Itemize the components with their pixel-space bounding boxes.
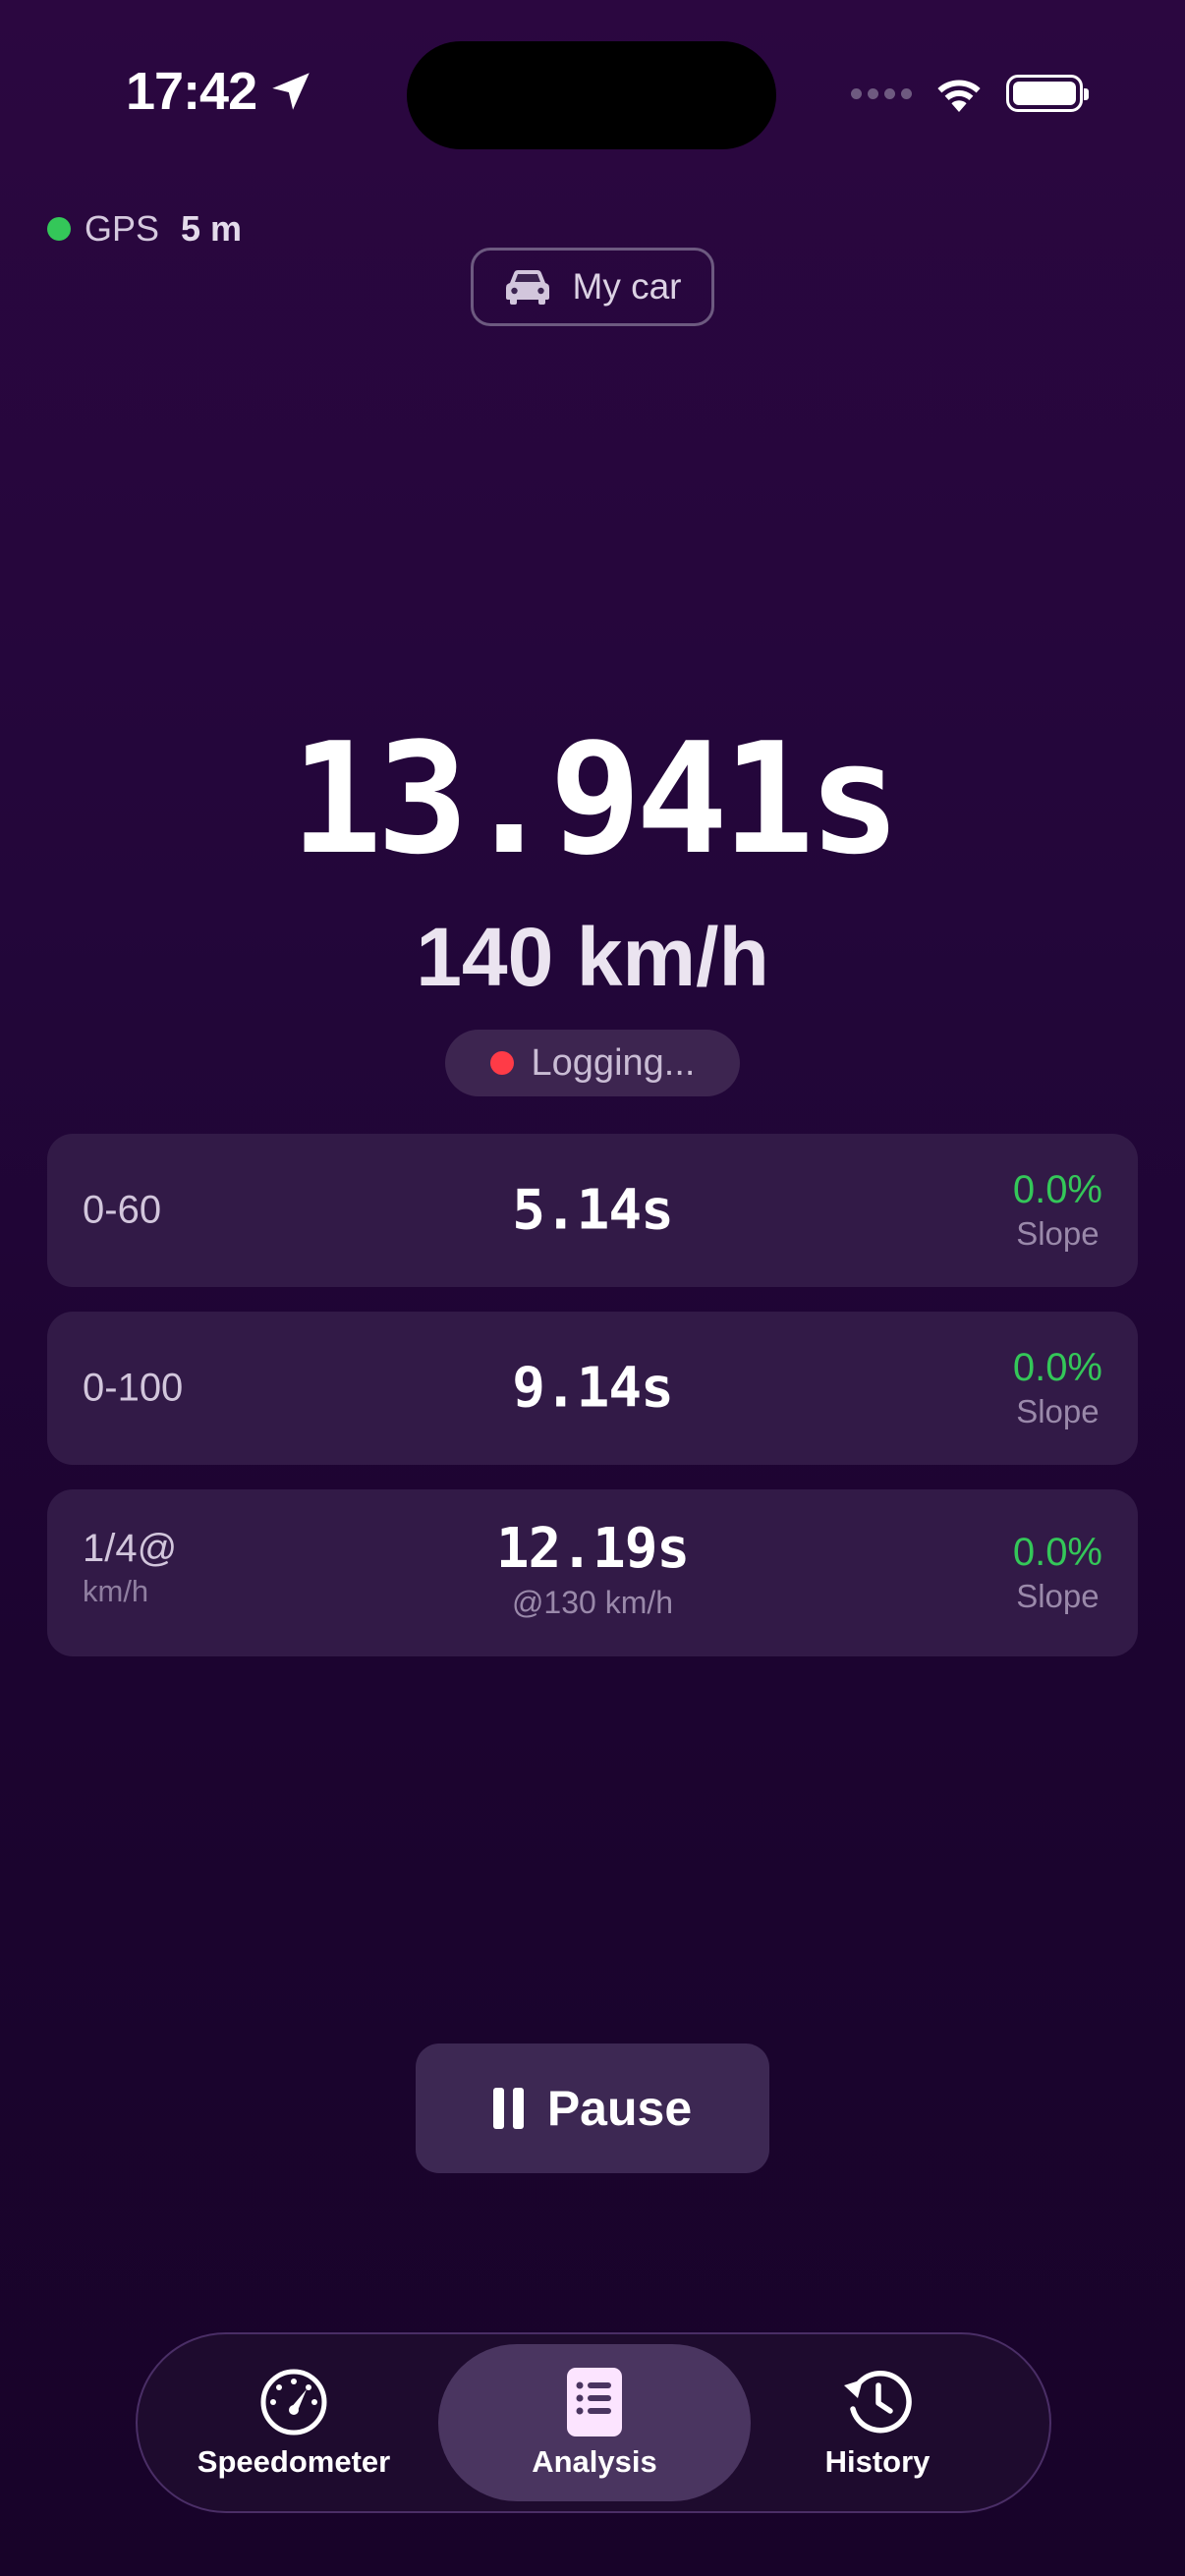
gps-status: GPS 5 m — [47, 208, 242, 250]
pause-button[interactable]: Pause — [416, 2044, 769, 2173]
gps-status-dot — [47, 217, 71, 241]
result-slope: 0.0% Slope — [1013, 1166, 1102, 1255]
result-trap-speed: @130 km/h — [511, 1585, 674, 1620]
current-speed: 140 km/h — [416, 911, 769, 1003]
result-card-0-100: 0-100 9.14s 0.0% Slope — [47, 1312, 1138, 1465]
history-clock-icon — [844, 2371, 912, 2434]
slope-label: Slope — [1016, 1215, 1100, 1252]
result-time-group: 12.19s @130 km/h — [47, 1517, 1138, 1623]
tab-analysis[interactable]: Analysis — [438, 2344, 751, 2501]
vehicle-name: My car — [572, 266, 682, 307]
slope-label: Slope — [1016, 1393, 1100, 1429]
dynamic-island — [407, 41, 776, 149]
status-time-group: 17:42 — [126, 61, 315, 122]
status-indicators — [851, 73, 1089, 114]
tab-label: History — [824, 2444, 931, 2479]
result-time: 12.19s — [495, 1517, 690, 1581]
slope-percent: 0.0% — [1012, 1346, 1102, 1389]
tab-speedometer[interactable]: Speedometer — [138, 2344, 450, 2501]
tab-label: Analysis — [532, 2444, 657, 2479]
pause-icon — [492, 2088, 524, 2129]
cellular-signal-icon — [851, 87, 912, 99]
location-arrow-icon — [272, 73, 310, 110]
result-card-0-60: 0-60 5.14s 0.0% Slope — [47, 1134, 1138, 1287]
gps-label: GPS — [85, 208, 160, 249]
result-time: 9.14s — [512, 1356, 674, 1421]
logging-status-text: Logging... — [531, 1041, 696, 1084]
elapsed-time: 13.941s — [290, 709, 900, 888]
battery-icon — [1006, 75, 1089, 112]
slope-percent: 0.0% — [1012, 1531, 1102, 1574]
tab-label: Speedometer — [197, 2444, 391, 2479]
slope-percent: 0.0% — [1012, 1168, 1102, 1211]
screen: 17:42 GPS 5 m My car 13.941s 140 km/h Lo… — [0, 0, 1185, 2576]
slope-label: Slope — [1016, 1578, 1100, 1614]
status-time: 17:42 — [126, 62, 257, 121]
result-card-quarter-mile: 1/4@ km/h 12.19s @130 km/h 0.0% Slope — [47, 1489, 1138, 1656]
document-list-icon — [567, 2368, 622, 2436]
recording-dot-icon — [489, 1051, 514, 1075]
speedometer-icon — [260, 2369, 327, 2436]
result-time: 5.14s — [512, 1178, 674, 1243]
wifi-icon — [937, 80, 981, 112]
logging-status-badge: Logging... — [445, 1030, 740, 1096]
tab-history[interactable]: History — [721, 2344, 1034, 2501]
tab-bar: Speedometer Analysis History — [136, 2332, 1051, 2513]
vehicle-selector-button[interactable]: My car — [471, 248, 714, 326]
car-icon — [505, 270, 549, 305]
pause-button-label: Pause — [546, 2081, 693, 2136]
result-slope: 0.0% Slope — [1013, 1344, 1102, 1432]
gps-accuracy: 5 m — [181, 208, 243, 249]
result-slope: 0.0% Slope — [1013, 1529, 1102, 1617]
